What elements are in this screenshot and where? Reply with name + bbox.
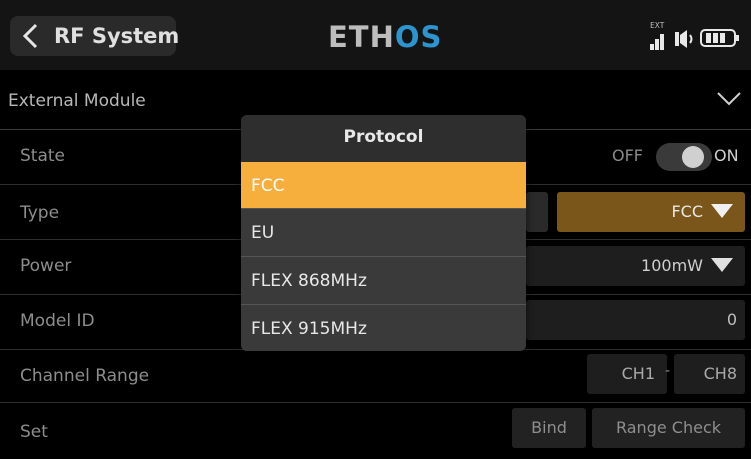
battery-icon (700, 29, 739, 47)
chevron-left-icon[interactable] (20, 22, 42, 50)
signal-bars-icon (650, 30, 668, 50)
chevron-down-icon[interactable] (716, 91, 742, 107)
type-dropdown-secondary[interactable] (526, 192, 548, 232)
speaker-icon (675, 30, 693, 48)
option-label: FLEX 915MHz (251, 319, 367, 339)
type-value: FCC (671, 202, 703, 221)
logo-main-text: ETH (328, 20, 395, 54)
protocol-option-flex-915[interactable]: FLEX 915MHz (241, 304, 526, 351)
range-check-button[interactable]: Range Check (592, 408, 745, 448)
type-label: Type (20, 203, 60, 223)
state-label: State (20, 146, 65, 166)
state-toggle[interactable] (656, 143, 712, 171)
ethos-logo: ETHOS (328, 20, 442, 54)
status-icons: EXT (650, 21, 744, 52)
state-on-label: ON (714, 146, 739, 165)
protocol-dialog: Protocol FCC EU FLEX 868MHz FLEX 915MHz (241, 115, 526, 351)
model-id-value: 0 (726, 310, 737, 329)
model-id-label: Model ID (20, 311, 95, 331)
channel-separator: - (665, 363, 671, 379)
caret-down-icon (711, 204, 733, 218)
top-bar: RF System ETHOS EXT (0, 0, 751, 70)
type-dropdown[interactable]: FCC (557, 192, 745, 232)
power-value: 100mW (641, 256, 703, 275)
page-title: RF System (54, 24, 180, 48)
option-label: EU (251, 223, 275, 243)
power-label: Power (20, 256, 72, 276)
logo-accent-text: OS (394, 20, 443, 54)
model-id-field[interactable]: 0 (526, 300, 745, 340)
protocol-option-eu[interactable]: EU (241, 208, 526, 255)
channel-end-value: CH8 (703, 364, 737, 383)
section-label: External Module (8, 91, 146, 111)
power-dropdown[interactable]: 100mW (526, 246, 745, 286)
protocol-option-flex-868[interactable]: FLEX 868MHz (241, 256, 526, 303)
channel-start-field[interactable]: CH1 (587, 354, 667, 394)
range-check-label: Range Check (615, 418, 721, 437)
dialog-title: Protocol (241, 115, 526, 162)
channel-start-value: CH1 (621, 364, 655, 383)
option-label: FLEX 868MHz (251, 271, 367, 291)
state-off-label: OFF (612, 146, 643, 165)
channel-end-field[interactable]: CH8 (674, 354, 745, 394)
ext-label: EXT (650, 21, 665, 30)
option-label: FCC (251, 176, 285, 196)
caret-down-icon (711, 258, 733, 272)
channel-range-label: Channel Range (20, 366, 150, 386)
bind-button[interactable]: Bind (512, 408, 586, 448)
bind-label: Bind (531, 418, 567, 437)
protocol-option-fcc[interactable]: FCC (241, 162, 526, 208)
set-label: Set (20, 422, 48, 442)
toggle-knob (682, 146, 704, 168)
